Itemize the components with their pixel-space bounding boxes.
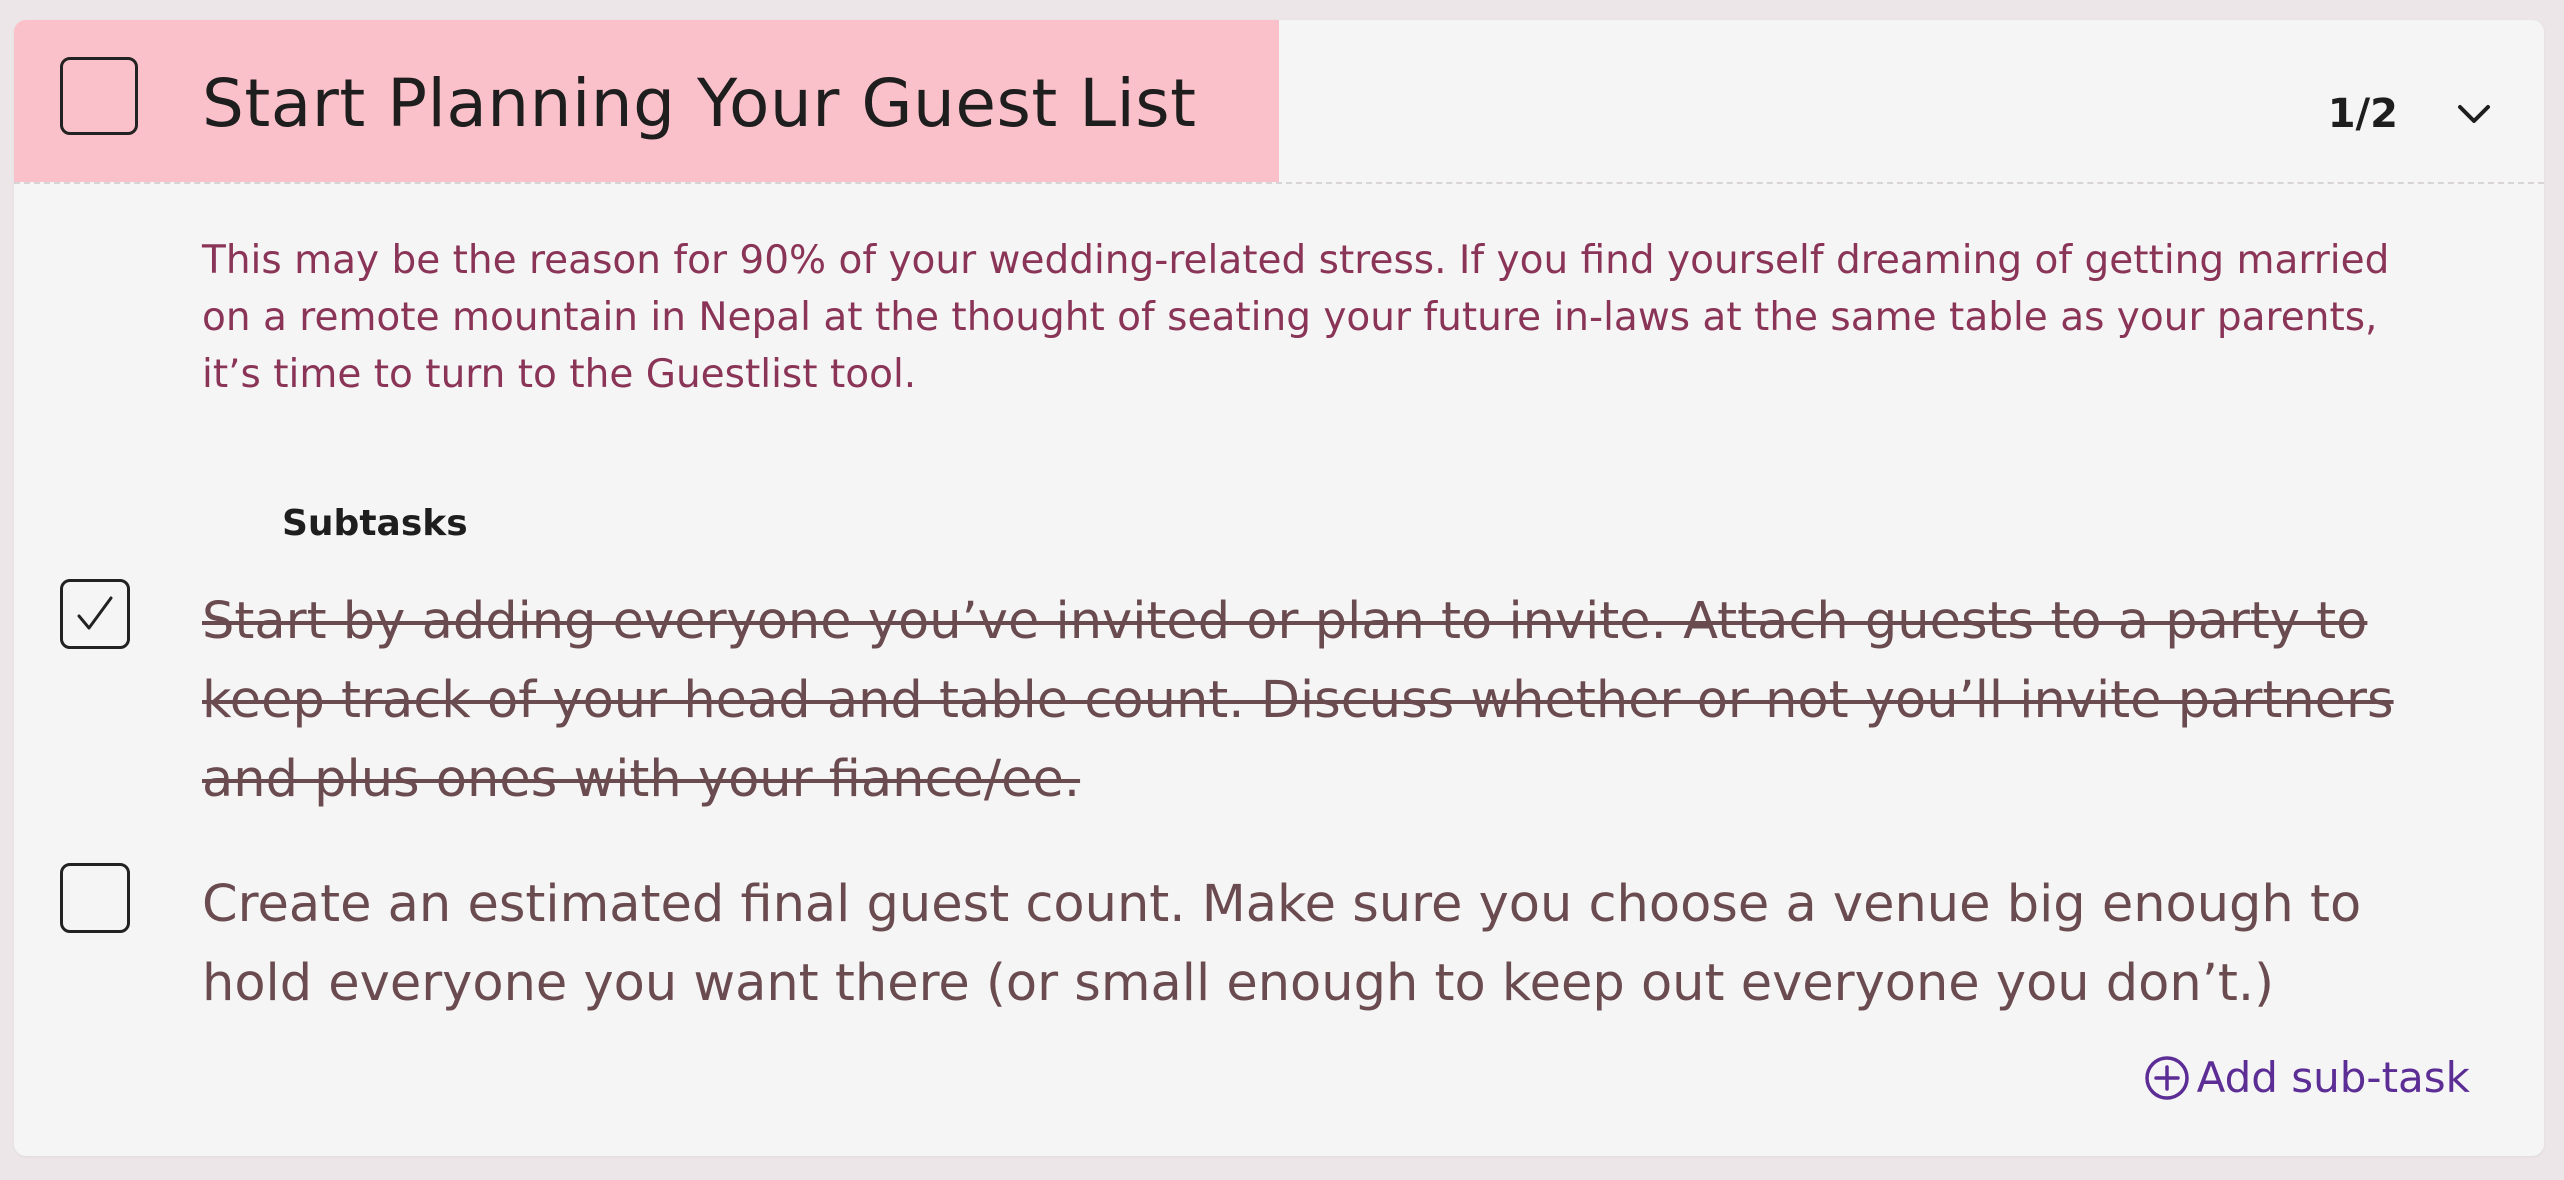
chevron-down-icon[interactable]	[2452, 92, 2496, 136]
task-description: This may be the reason for 90% of your w…	[202, 238, 2390, 397]
subtask-checkbox[interactable]	[60, 579, 130, 649]
task-card: Start Planning Your Guest List 1/2 This …	[14, 20, 2544, 1156]
subtask-text-completed: Start by adding everyone you’ve invited …	[202, 592, 2394, 809]
plus-circle-icon	[2144, 1056, 2189, 1100]
subtasks-heading: Subtasks	[282, 503, 468, 544]
task-title: Start Planning Your Guest List	[202, 65, 1197, 142]
add-subtask-button[interactable]: Add sub-task	[2143, 1050, 2470, 1106]
add-subtask-label: Add sub-task	[2196, 1053, 2470, 1102]
subtask-text: Create an estimated final guest count. M…	[202, 875, 2362, 1013]
checkmark-icon	[77, 596, 113, 630]
task-header[interactable]: Start Planning Your Guest List 1/2	[14, 20, 2544, 184]
task-complete-checkbox[interactable]	[60, 57, 138, 135]
subtask-progress-counter: 1/2	[2327, 91, 2398, 137]
subtask-checkbox[interactable]	[60, 863, 130, 933]
